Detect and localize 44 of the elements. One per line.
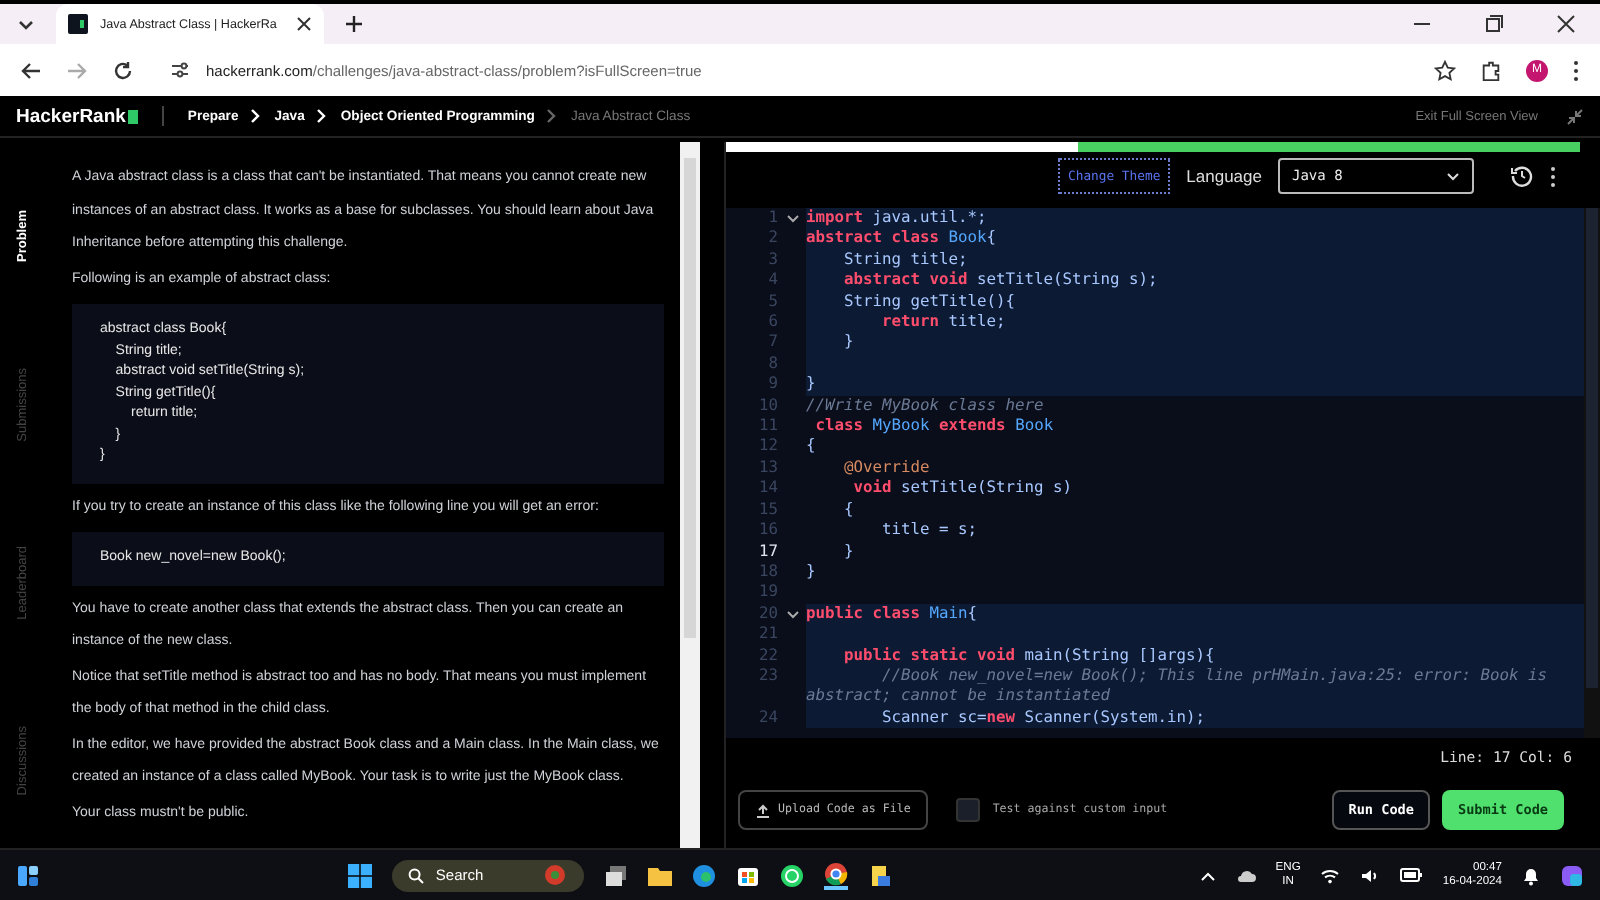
back-icon[interactable] [20, 59, 42, 81]
folder-icon[interactable] [647, 863, 672, 887]
search-icon [407, 867, 424, 883]
store-icon[interactable] [735, 863, 760, 887]
copilot-icon[interactable] [1560, 863, 1584, 887]
checkbox[interactable] [956, 798, 981, 822]
fold-chevron-icon[interactable] [785, 609, 799, 620]
chevron-icon [546, 108, 559, 124]
caret-icon [1446, 171, 1460, 181]
menu-icon[interactable] [1572, 59, 1580, 81]
reload-icon[interactable] [112, 59, 134, 81]
new-tab-icon[interactable] [344, 14, 364, 34]
star-icon[interactable] [1434, 59, 1456, 81]
language-label: Language [1186, 166, 1262, 186]
wifi-icon[interactable] [1320, 867, 1341, 883]
site-info-icon[interactable] [170, 60, 190, 80]
restore-icon[interactable] [1484, 14, 1504, 34]
kebab-menu-icon[interactable] [1550, 165, 1556, 187]
widgets-icon[interactable] [16, 863, 40, 887]
battery-icon[interactable] [1400, 868, 1423, 882]
history-icon[interactable] [1510, 164, 1534, 188]
close-icon[interactable] [1556, 14, 1576, 34]
volume-icon[interactable] [1360, 867, 1381, 883]
favicon-icon [68, 14, 88, 34]
task-view-icon[interactable] [603, 863, 628, 887]
cloud-icon[interactable] [1235, 867, 1256, 883]
chevron-up-icon[interactable] [1199, 869, 1216, 881]
fold-chevron-icon[interactable] [785, 214, 799, 224]
browser-icon[interactable] [691, 863, 716, 887]
upload-icon [756, 803, 770, 817]
document-icon[interactable] [867, 863, 892, 887]
chat-icon[interactable] [779, 863, 804, 887]
scrollbar[interactable] [680, 142, 700, 848]
code-editor[interactable] [726, 208, 1600, 738]
puzzle-icon[interactable] [1480, 59, 1502, 81]
bell-icon[interactable] [1522, 865, 1540, 885]
chevron-icon [250, 108, 263, 124]
collapse-icon[interactable] [1566, 107, 1584, 125]
chevron-icon [316, 108, 329, 124]
flower-icon [541, 864, 568, 886]
chrome-icon[interactable] [823, 861, 848, 889]
close-icon[interactable] [296, 16, 312, 32]
hackerrank-logo[interactable]: HackerRank [16, 105, 138, 127]
windows-logo-icon[interactable] [347, 863, 372, 887]
